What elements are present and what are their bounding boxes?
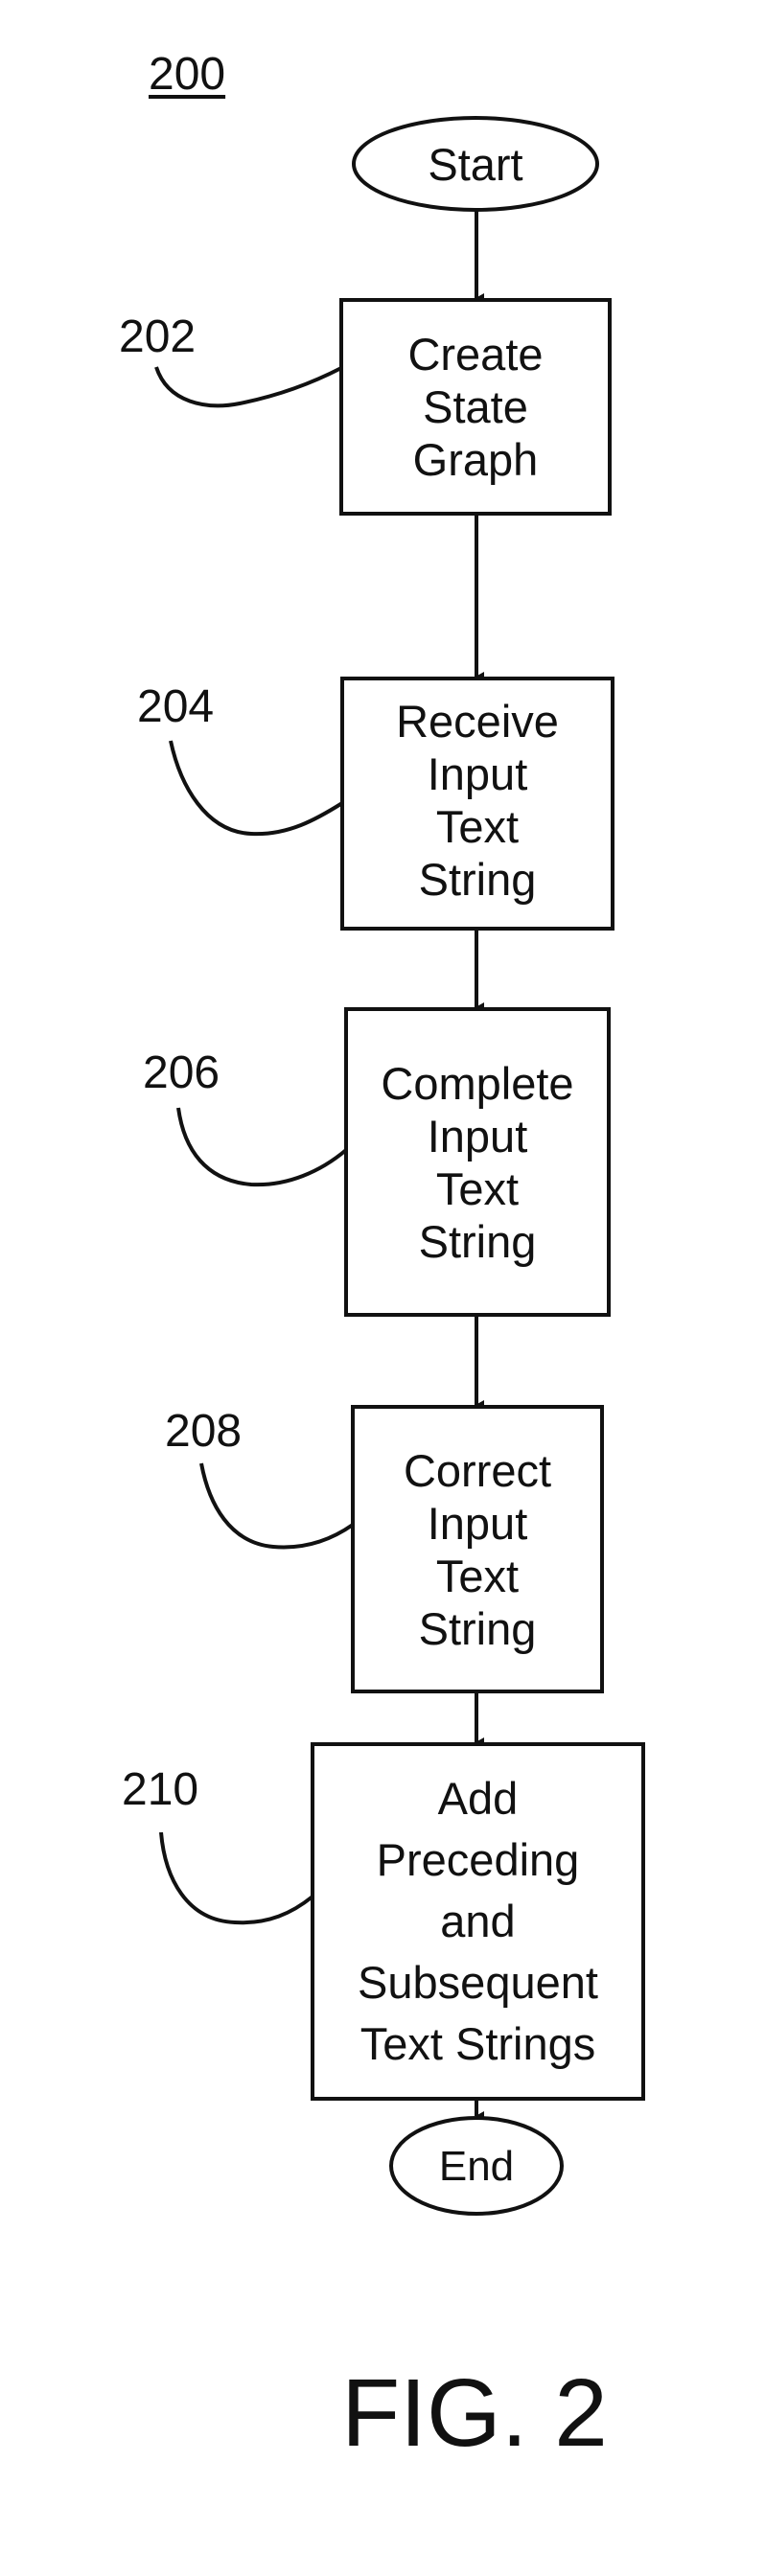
end-label: End (438, 2142, 515, 2190)
step-210-line: Text Strings (359, 2018, 596, 2069)
step-text-202: Create State Graph (341, 300, 610, 514)
step-210-line: and (440, 1896, 516, 1946)
step-ref-210: 210 (122, 1764, 199, 1815)
leader-line-208 (199, 1462, 355, 1550)
step-204-line: Text (435, 800, 520, 852)
leader-line-204 (169, 740, 344, 837)
step-ref-202: 202 (119, 311, 197, 362)
start-label: Start (428, 138, 523, 190)
step-202-line: Create (407, 329, 544, 380)
leader-line-202 (154, 366, 342, 408)
step-208-line: String (418, 1602, 537, 1654)
step-210-line: Subsequent (358, 1957, 598, 2008)
step-text-210: Add Preceding and Subsequent Text String… (313, 1744, 643, 2099)
figure-reference-number: 200 (149, 49, 226, 100)
step-text-208: Correct Input Text String (353, 1407, 602, 1691)
step-204-line: String (418, 853, 537, 905)
step-ref-208: 208 (165, 1406, 243, 1457)
leader-line-210 (159, 1831, 314, 1925)
step-208-line: Input (427, 1497, 528, 1549)
step-206-line: Text (435, 1162, 520, 1214)
figure-caption: FIG. 2 (341, 2359, 608, 2467)
step-text-204: Receive Input Text String (342, 675, 613, 925)
step-208-line: Correct (403, 1444, 552, 1496)
leader-line-206 (176, 1107, 348, 1187)
step-ref-204: 204 (137, 681, 215, 732)
step-202-line: Graph (412, 434, 539, 485)
step-206-line: Complete (381, 1057, 574, 1109)
step-204-line: Input (427, 748, 528, 799)
step-210-line: Preceding (376, 1834, 580, 1885)
step-202-line: State (423, 381, 528, 432)
step-ref-206: 206 (143, 1047, 220, 1098)
step-text-206: Complete Input Text String (346, 1009, 609, 1315)
step-206-line: String (418, 1215, 537, 1267)
step-208-line: Text (435, 1550, 520, 1601)
step-204-line: Receive (396, 695, 559, 747)
step-210-line: Add (437, 1773, 519, 1824)
step-206-line: Input (427, 1110, 528, 1162)
